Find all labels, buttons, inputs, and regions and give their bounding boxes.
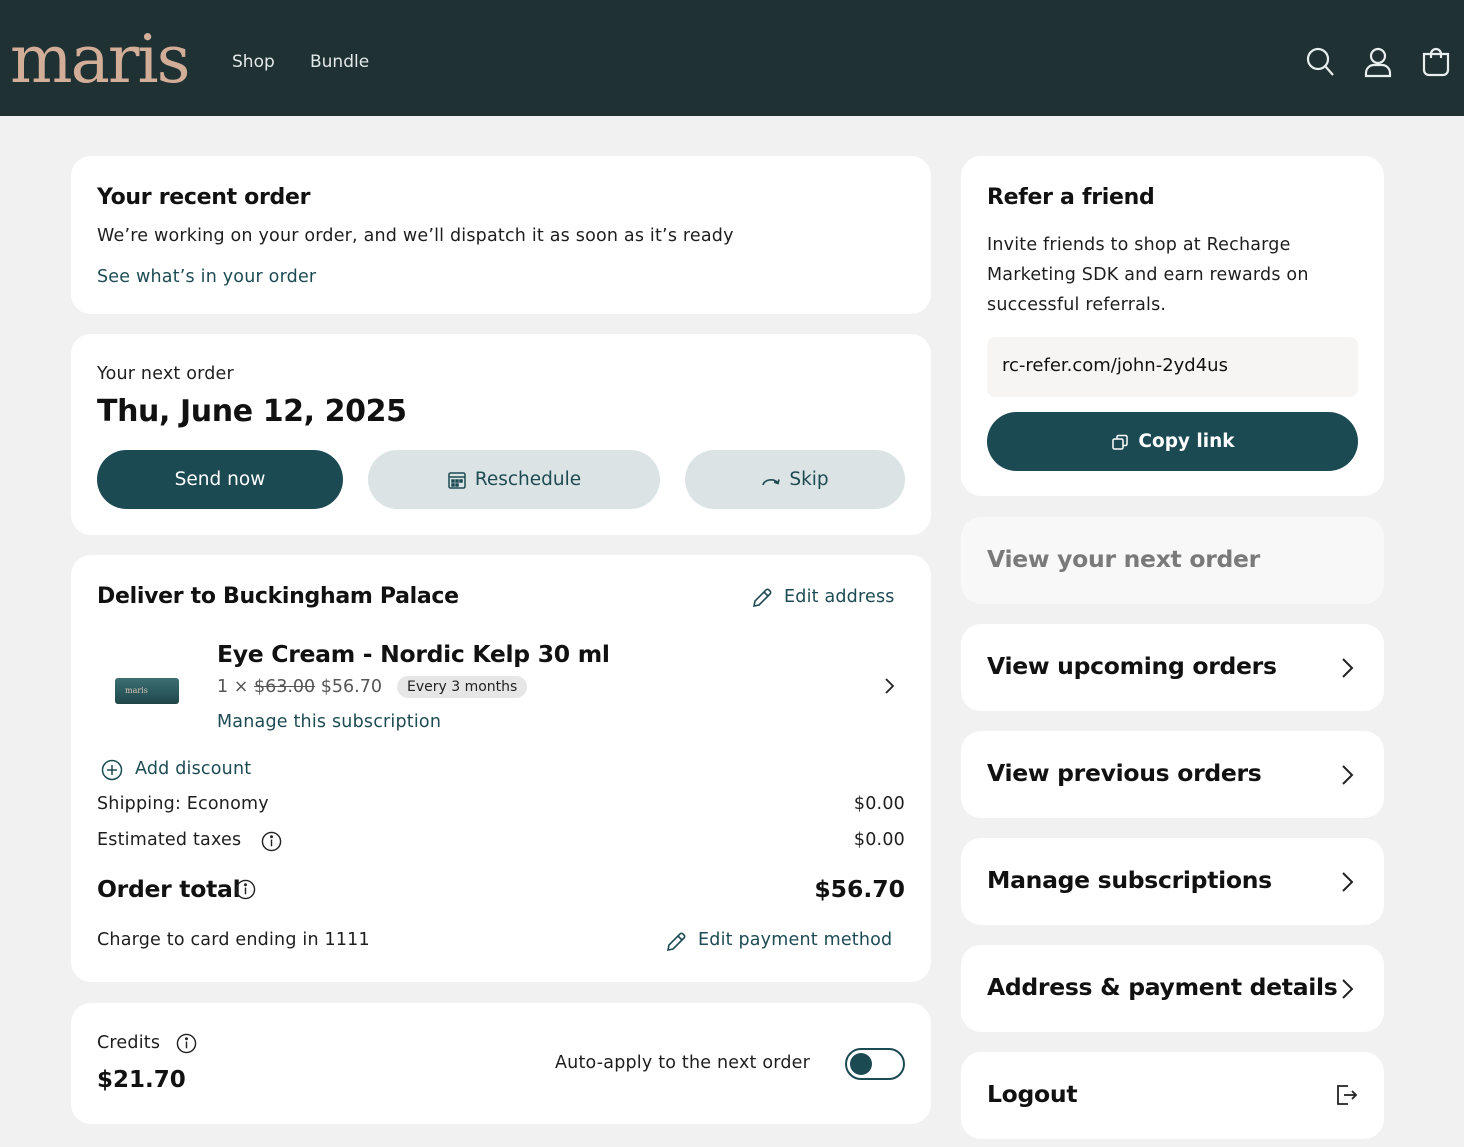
recent-order-message: We’re working on your order, and we’ll d… [97, 226, 734, 246]
auto-apply-label: Auto-apply to the next order [555, 1053, 811, 1073]
chevron-right-icon [1336, 654, 1358, 682]
view-next-order-card[interactable]: View your next order [961, 517, 1384, 604]
view-upcoming-orders-label: View upcoming orders [987, 652, 1277, 680]
account-icon[interactable] [1363, 46, 1393, 78]
next-order-label: Your next order [97, 364, 234, 384]
logout-card[interactable]: Logout [961, 1052, 1384, 1139]
order-total-label: Order total [97, 875, 241, 903]
chevron-right-icon [1336, 975, 1358, 1003]
cart-icon[interactable] [1421, 46, 1451, 78]
edit-payment-link[interactable]: Edit payment method [698, 930, 892, 950]
manage-subscriptions-label: Manage subscriptions [987, 866, 1272, 894]
address-payment-card[interactable]: Address & payment details [961, 945, 1384, 1032]
product-name[interactable]: Eye Cream - Nordic Kelp 30 ml [217, 640, 610, 668]
product-qty: 1 × [217, 677, 249, 697]
product-chevron-right-icon[interactable] [879, 675, 899, 697]
next-order-card: Your next order Thu, June 12, 2025 Send … [71, 334, 931, 535]
refer-title: Refer a friend [987, 185, 1155, 210]
view-next-order-label: View your next order [987, 545, 1260, 573]
toggle-knob [850, 1053, 872, 1075]
product-original-price: $63.00 [253, 677, 316, 697]
card-text: Charge to card ending in 1111 [97, 930, 370, 950]
refer-text-1: Invite friends to shop at Recharge [987, 235, 1291, 255]
nav-shop[interactable]: Shop [232, 52, 275, 72]
add-discount-link[interactable]: Add discount [135, 759, 251, 779]
logout-label: Logout [987, 1080, 1078, 1108]
recent-order-title: Your recent order [97, 185, 311, 210]
manage-subscriptions-card[interactable]: Manage subscriptions [961, 838, 1384, 925]
recent-order-card: Your recent order We’re working on your … [71, 156, 931, 314]
next-order-date: Thu, June 12, 2025 [97, 394, 407, 429]
refer-card: Refer a friend Invite friends to shop at… [961, 156, 1384, 496]
taxes-info-icon[interactable] [261, 831, 282, 852]
refer-text-2: Marketing SDK and earn rewards on [987, 265, 1309, 285]
credits-label: Credits [97, 1033, 161, 1053]
nav-bundle[interactable]: Bundle [310, 52, 369, 72]
reschedule-button[interactable]: Reschedule [368, 450, 660, 509]
payment-pencil-icon[interactable] [665, 931, 687, 953]
reschedule-label: Reschedule [474, 469, 582, 490]
credits-info-icon[interactable] [176, 1033, 197, 1054]
delivery-title: Deliver to Buckingham Palace [97, 584, 459, 609]
chevron-right-icon [1336, 761, 1358, 789]
brand-logo[interactable]: maris [10, 20, 190, 100]
copy-link-label: Copy link [1138, 431, 1235, 452]
see-order-link[interactable]: See what’s in your order [97, 267, 316, 287]
logout-icon [1334, 1081, 1358, 1109]
referral-url: rc-refer.com/john-2yd4us [1002, 355, 1228, 376]
skip-label: Skip [789, 469, 829, 490]
shipping-value: $0.00 [853, 794, 905, 814]
copy-icon [1112, 434, 1129, 450]
address-payment-label: Address & payment details [987, 973, 1338, 1001]
total-info-icon[interactable] [235, 879, 256, 900]
calendar-icon [448, 471, 466, 489]
send-now-button[interactable]: Send now [97, 450, 343, 509]
copy-link-button[interactable]: Copy link [987, 412, 1358, 471]
view-previous-orders-label: View previous orders [987, 759, 1262, 787]
refer-text-3: successful referrals. [987, 295, 1167, 315]
auto-apply-toggle[interactable] [845, 1048, 905, 1080]
taxes-label: Estimated taxes [97, 830, 242, 850]
skip-arrow-icon [762, 478, 781, 485]
search-icon[interactable] [1305, 46, 1335, 78]
manage-subscription-link[interactable]: Manage this subscription [217, 712, 441, 732]
chevron-right-icon [1336, 868, 1358, 896]
view-upcoming-orders-card[interactable]: View upcoming orders [961, 624, 1384, 711]
order-total-value: $56.70 [814, 875, 905, 903]
credits-value: $21.70 [97, 1067, 186, 1093]
credits-card: Credits $21.70 Auto-apply to the next or… [71, 1003, 931, 1124]
taxes-value: $0.00 [853, 830, 905, 850]
product-thumbnail[interactable]: maris [115, 678, 179, 704]
delivery-card: Deliver to Buckingham Palace Edit addres… [71, 555, 931, 982]
edit-address-link[interactable]: Edit address [784, 587, 895, 607]
view-previous-orders-card[interactable]: View previous orders [961, 731, 1384, 818]
frequency-badge: Every 3 months [397, 676, 528, 698]
add-circle-icon[interactable] [101, 759, 123, 781]
skip-button[interactable]: Skip [685, 450, 905, 509]
shipping-label: Shipping: Economy [97, 794, 269, 814]
product-price-line: 1 × $63.00 $56.70 [217, 677, 382, 697]
top-header: maris Shop Bundle [0, 0, 1464, 116]
referral-url-box[interactable]: rc-refer.com/john-2yd4us [987, 337, 1358, 397]
send-now-label: Send now [174, 469, 266, 490]
pencil-icon[interactable] [751, 587, 773, 609]
product-price: $56.70 [320, 677, 382, 697]
